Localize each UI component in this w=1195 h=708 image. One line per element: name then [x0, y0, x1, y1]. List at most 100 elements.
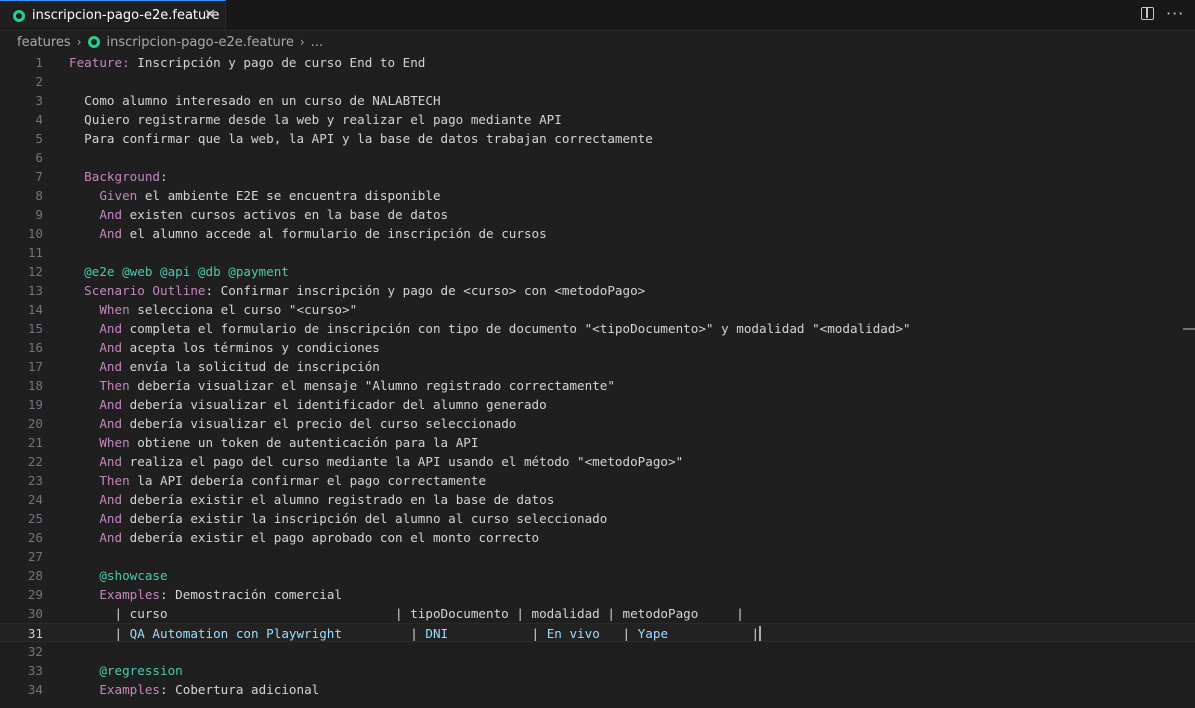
code-line[interactable]: 10 And el alumno accede al formulario de…: [0, 224, 1195, 243]
code-line[interactable]: 22 And realiza el pago del curso mediant…: [0, 452, 1195, 471]
gherkin-keyword: Then: [99, 378, 130, 393]
line-text: Then la API debería confirmar el pago co…: [69, 471, 486, 490]
code-line[interactable]: 33 @regression: [0, 661, 1195, 680]
line-number: 34: [27, 682, 43, 697]
line-number: 29: [27, 587, 43, 602]
gherkin-keyword: Then: [99, 473, 130, 488]
breadcrumb-file[interactable]: inscripcion-pago-e2e.feature: [107, 35, 294, 50]
code-text: Como alumno interesado en un curso de NA…: [69, 93, 441, 108]
code-text: | curso | tipoDocumento | modalidad | me…: [69, 606, 744, 621]
code-line[interactable]: 15 And completa el formulario de inscrip…: [0, 319, 1195, 338]
line-number: 19: [27, 397, 43, 412]
line-number: 33: [27, 663, 43, 678]
tab-bar: inscripcion-pago-e2e.feature ✕ ···: [0, 0, 1195, 31]
line-text: And debería visualizar el precio del cur…: [69, 414, 516, 433]
line-number: 12: [27, 264, 43, 279]
line-text: And debería visualizar el identificador …: [69, 395, 547, 414]
chevron-right-icon: ›: [76, 35, 82, 49]
line-number: 5: [35, 131, 43, 146]
code-line[interactable]: 30 | curso | tipoDocumento | modalidad |…: [0, 604, 1195, 623]
gherkin-keyword: When: [99, 435, 130, 450]
code-line[interactable]: 13 Scenario Outline: Confirmar inscripci…: [0, 281, 1195, 300]
tab-feature-file[interactable]: inscripcion-pago-e2e.feature ✕: [0, 0, 226, 30]
code-line[interactable]: 11: [0, 243, 1195, 262]
gherkin-keyword: And: [99, 340, 123, 355]
line-text: Given el ambiente E2E se encuentra dispo…: [69, 186, 440, 205]
code-line[interactable]: 16 And acepta los términos y condiciones: [0, 338, 1195, 357]
scrollbar-marker[interactable]: [1183, 328, 1195, 330]
gherkin-keyword: Given: [99, 188, 138, 203]
gherkin-keyword: Background: [84, 169, 160, 184]
code-line[interactable]: 1 Feature: Inscripción y pago de curso En…: [0, 53, 1195, 72]
line-number: 10: [27, 226, 43, 241]
line-number: 11: [27, 245, 43, 260]
code-line[interactable]: 28 @showcase: [0, 566, 1195, 585]
code-line[interactable]: 4 Quiero registrarme desde la web y real…: [0, 110, 1195, 129]
line-text: | QA Automation con Playwright | DNI | E…: [69, 624, 759, 643]
gherkin-keyword: And: [99, 492, 123, 507]
code-text: obtiene un token de autenticación para l…: [129, 435, 479, 450]
line-number: 18: [27, 378, 43, 393]
code-line[interactable]: 25 And debería existir la inscripción de…: [0, 509, 1195, 528]
code-editor[interactable]: 1 Feature: Inscripción y pago de curso En…: [0, 53, 1195, 708]
code-line[interactable]: 23 Then la API debería confirmar el pago…: [0, 471, 1195, 490]
code-line[interactable]: 20 And debería visualizar el precio del …: [0, 414, 1195, 433]
code-line[interactable]: 34 Examples: Cobertura adicional: [0, 680, 1195, 699]
code-line[interactable]: 8 Given el ambiente E2E se encuentra dis…: [0, 186, 1195, 205]
code-line[interactable]: 17 And envía la solicitud de inscripción: [0, 357, 1195, 376]
breadcrumb: features › inscripcion-pago-e2e.feature …: [17, 33, 323, 51]
more-actions-icon[interactable]: ···: [1166, 4, 1184, 23]
close-icon[interactable]: ✕: [203, 8, 217, 22]
code-line[interactable]: 24 And debería existir el alumno registr…: [0, 490, 1195, 509]
code-line[interactable]: 6: [0, 148, 1195, 167]
line-number: 24: [27, 492, 43, 507]
breadcrumb-ellipsis[interactable]: ...: [311, 35, 323, 50]
code-line[interactable]: 27: [0, 547, 1195, 566]
code-line[interactable]: 18 Then debería visualizar el mensaje "A…: [0, 376, 1195, 395]
breadcrumb-folder[interactable]: features: [17, 35, 71, 50]
code-text: |: [341, 626, 426, 641]
code-text: completa el formulario de inscripción co…: [122, 321, 911, 336]
code-line[interactable]: 32: [0, 642, 1195, 661]
line-text: And completa el formulario de inscripció…: [69, 319, 911, 338]
code-text: debería visualizar el mensaje "Alumno re…: [129, 378, 615, 393]
code-line[interactable]: 14 When selecciona el curso "<curso>": [0, 300, 1195, 319]
code-line[interactable]: 7 Background:: [0, 167, 1195, 186]
line-text: Para confirmar que la web, la API y la b…: [69, 129, 653, 148]
gherkin-keyword: Feature:: [69, 55, 130, 70]
code-line[interactable]: 2: [0, 72, 1195, 91]
code-text: : Demostración comercial: [160, 587, 342, 602]
table-cell-value: Yape: [637, 626, 669, 641]
code-line[interactable]: 21 When obtiene un token de autenticació…: [0, 433, 1195, 452]
code-text: la API debería confirmar el pago correct…: [129, 473, 487, 488]
table-cell-value: DNI: [425, 626, 449, 641]
line-number: 4: [35, 112, 43, 127]
code-line[interactable]: 31 | QA Automation con Playwright | DNI …: [0, 623, 1195, 642]
gherkin-tag: @e2e @web @api @db @payment: [84, 264, 289, 279]
split-editor-icon[interactable]: [1141, 7, 1154, 20]
gherkin-keyword: And: [99, 207, 123, 222]
code-line[interactable]: 9 And existen cursos activos en la base …: [0, 205, 1195, 224]
line-number: 25: [27, 511, 43, 526]
line-text: And debería existir el pago aprobado con…: [69, 528, 539, 547]
code-line[interactable]: 26 And debería existir el pago aprobado …: [0, 528, 1195, 547]
code-line[interactable]: 29 Examples: Demostración comercial: [0, 585, 1195, 604]
code-line[interactable]: 3 Como alumno interesado en un curso de …: [0, 91, 1195, 110]
code-line[interactable]: 19 And debería visualizar el identificad…: [0, 395, 1195, 414]
code-line[interactable]: 12 @e2e @web @api @db @payment: [0, 262, 1195, 281]
code-line[interactable]: 5 Para confirmar que la web, la API y la…: [0, 129, 1195, 148]
line-text: @e2e @web @api @db @payment: [69, 262, 289, 281]
code-text: debería visualizar el identificador del …: [122, 397, 547, 412]
line-text: Como alumno interesado en un curso de NA…: [69, 91, 441, 110]
code-text: realiza el pago del curso mediante la AP…: [122, 454, 684, 469]
code-text: debería visualizar el precio del curso s…: [122, 416, 517, 431]
tab-label: inscripcion-pago-e2e.feature: [32, 8, 220, 23]
line-text: @showcase: [69, 566, 167, 585]
